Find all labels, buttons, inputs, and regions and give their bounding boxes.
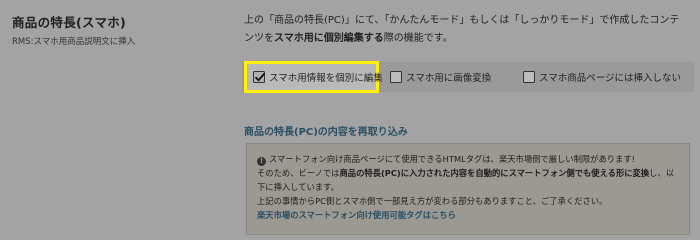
notice-box: ! スマートフォン向け商品ページにて使用できるHTMLタグは、楽天市場側で厳しい制…	[246, 143, 690, 235]
option-do-not-insert[interactable]: スマホ商品ページには挿入しない	[523, 70, 681, 84]
reimport-link[interactable]: 商品の特長(PC)の内容を再取り込み	[244, 123, 408, 138]
notice-text: スマートフォン向け商品ページにて使用できるHTMLタグは、楽天市場側で厳しい制限…	[269, 154, 636, 164]
description-emphasis: スマホ用に個別編集する	[274, 33, 384, 44]
section-title: 商品の特長(スマホ)	[12, 15, 127, 30]
notice-line: 上記の事情からPC側とスマホ側で一部見え方が変わる部分もありますこと、ご了承くだ…	[257, 196, 608, 206]
notice-line: ! スマートフォン向け商品ページにて使用できるHTMLタグは、楽天市場側で厳しい制…	[257, 152, 679, 166]
option-label: スマホ商品ページには挿入しない	[539, 73, 682, 84]
allowed-tags-link[interactable]: 楽天市場のスマートフォン向け使用可能タグはこちら	[257, 208, 679, 222]
notice-text: そのため、ビーノでは	[257, 168, 340, 178]
notice-line: そのため、ビーノでは商品の特長(PC)に入力された内容を自動的にスマートフォン側…	[257, 166, 679, 194]
notice-emphasis: 商品の特長(PC)に入力された内容を自動的にスマートフォン側でも使える形に変換	[339, 168, 650, 178]
option-image-convert[interactable]: スマホ用に画像変換	[390, 70, 491, 84]
feature-description: 上の「商品の特長(PC)」にて、「かんたんモード」もしくは「しっかりモード」で作…	[244, 12, 689, 48]
option-edit-individually[interactable]: スマホ用情報を個別に編集	[244, 61, 383, 93]
checkbox-edit-individually[interactable]	[253, 71, 266, 83]
description-text-end: 際の機能です。	[383, 33, 453, 44]
section-subtitle: RMS:スマホ用商品説明文に挿入	[12, 37, 136, 47]
option-label: スマホ用情報を個別に編集	[269, 73, 383, 84]
checkbox-do-not-insert[interactable]	[523, 71, 535, 83]
options-bar: スマホ用情報を個別に編集 スマホ用に画像変換 スマホ商品ページには挿入しない	[242, 61, 694, 93]
checkbox-image-convert[interactable]	[390, 71, 402, 83]
checkmark-icon	[254, 72, 266, 82]
warning-icon: !	[257, 157, 266, 166]
option-label: スマホ用に画像変換	[406, 73, 492, 84]
